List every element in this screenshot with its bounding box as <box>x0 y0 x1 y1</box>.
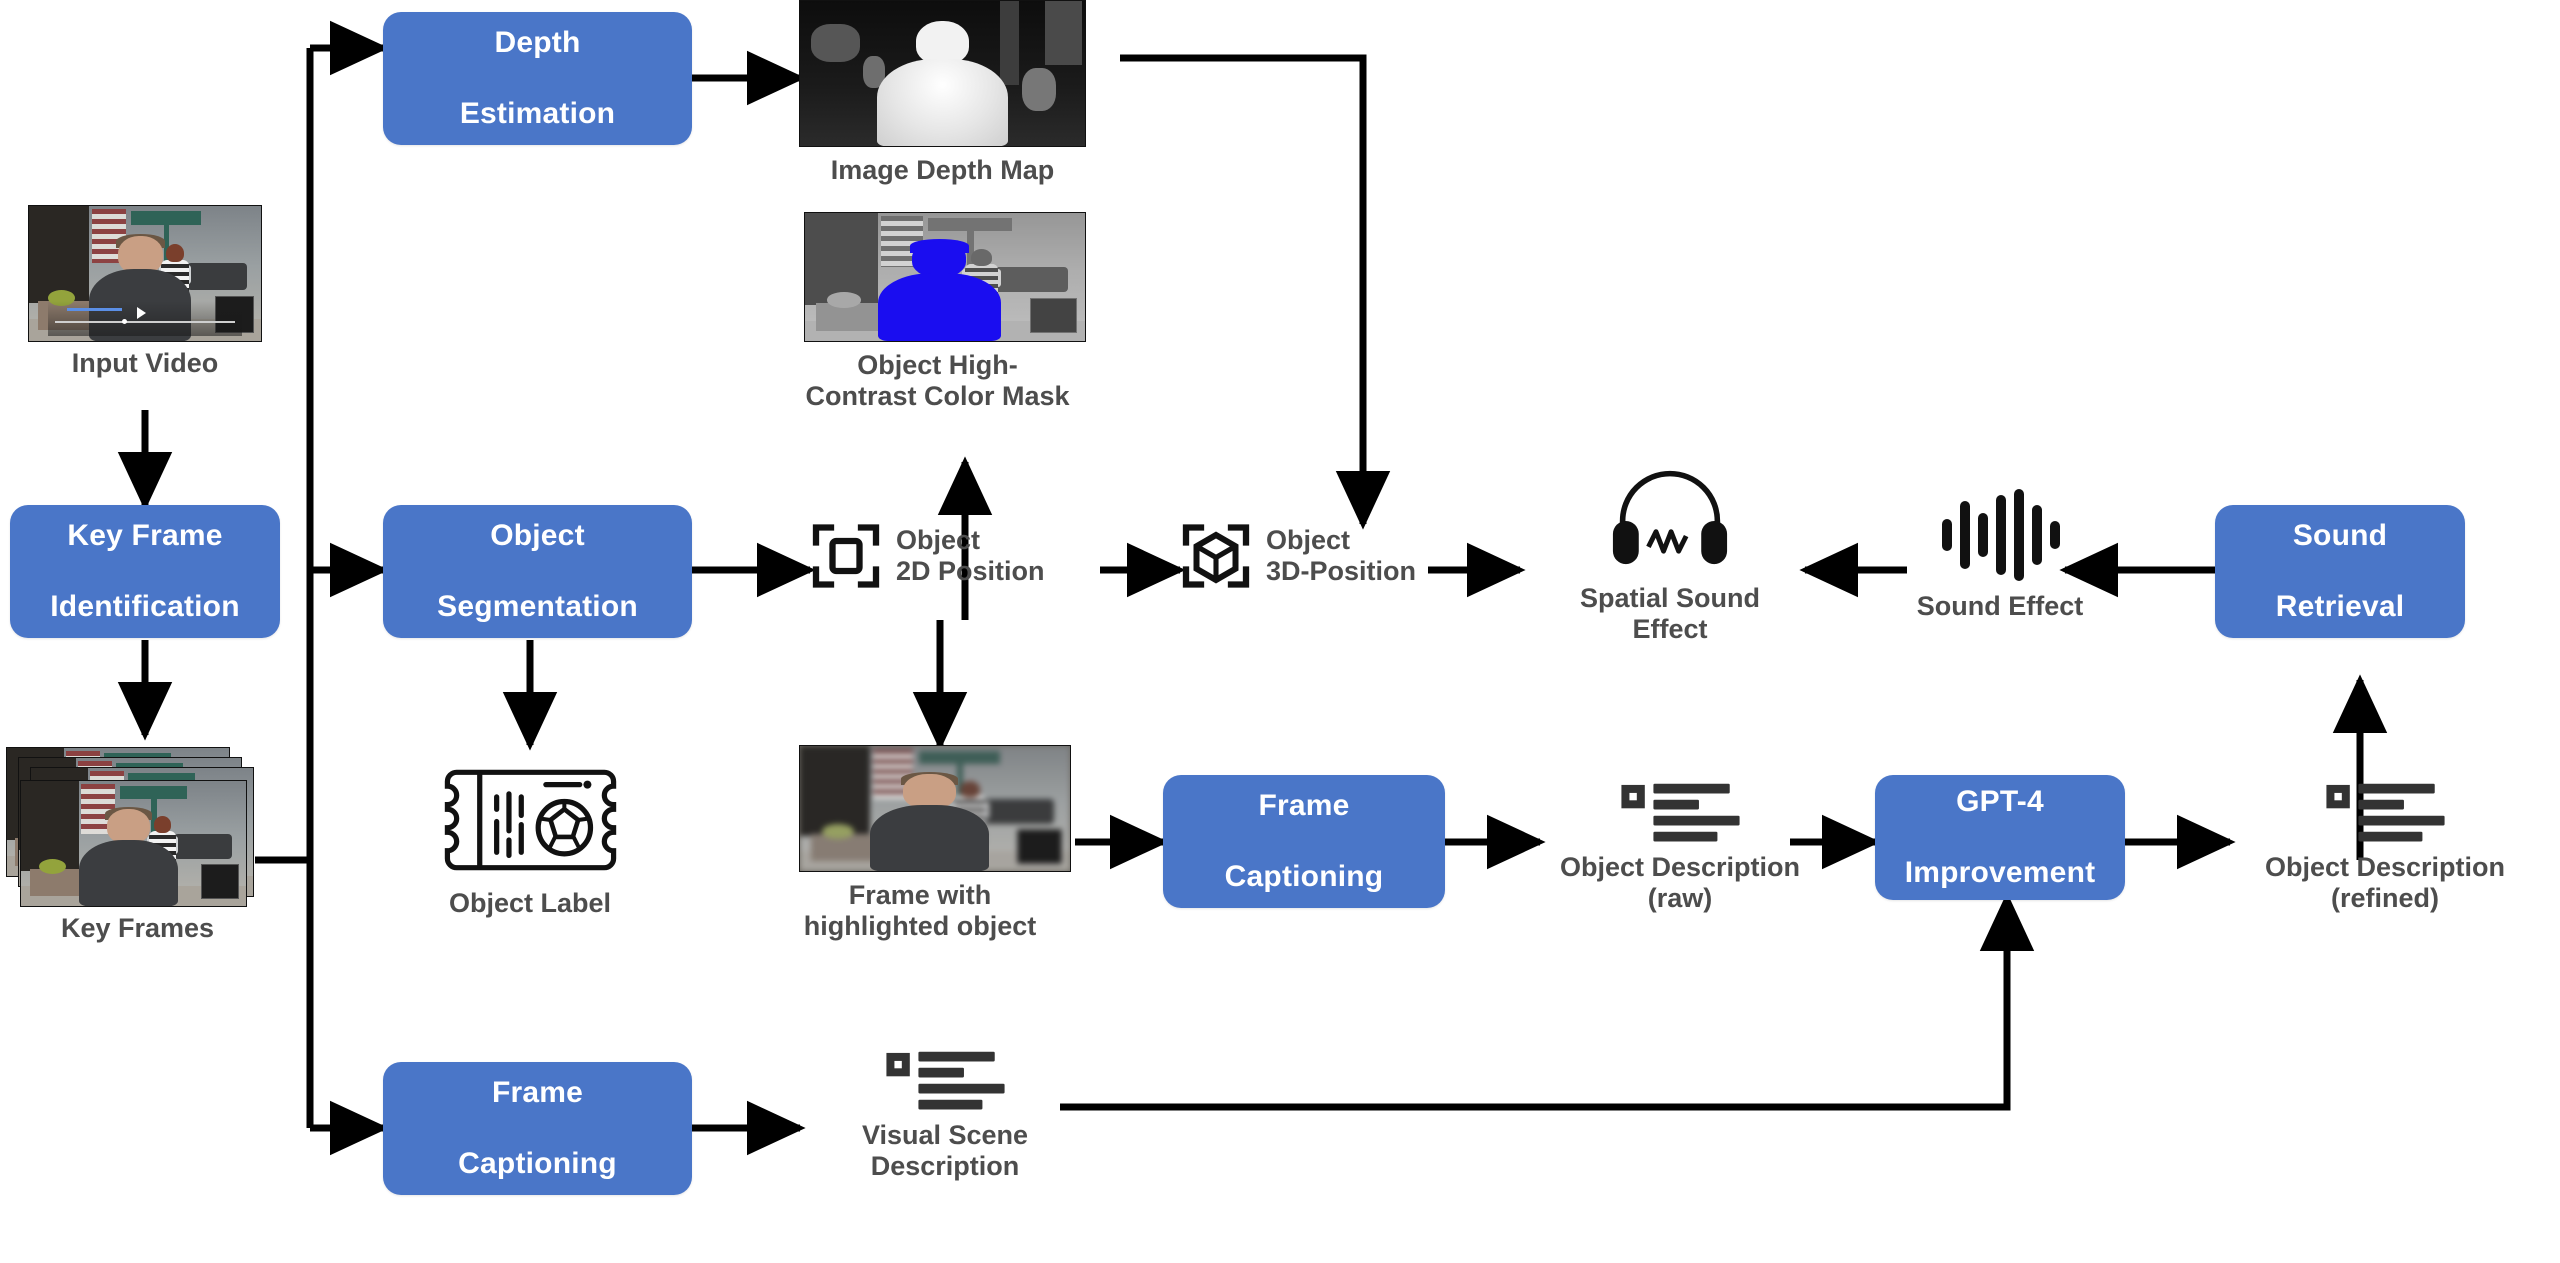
document-lines-icon <box>1620 783 1740 842</box>
artifact-object-3d-position: Object 3D-Position <box>1180 520 1500 592</box>
process-object-segmentation[interactable]: Object Segmentation <box>383 505 692 638</box>
object-3d-position-label: Object 3D-Position <box>1266 525 1416 588</box>
color-mask-label-line2: Contrast Color Mask <box>805 381 1070 412</box>
gpt4-line1: GPT-4 <box>1956 785 2044 819</box>
artifact-object-color-mask: Object High- Contrast Color Mask <box>795 212 1095 413</box>
process-gpt4-improvement[interactable]: GPT-4 Improvement <box>1875 775 2125 900</box>
depth-estimation-line1: Depth <box>494 26 581 60</box>
key-frames-label: Key Frames <box>60 913 215 943</box>
frame-captioning-bottom-line1: Frame <box>491 1076 584 1110</box>
key-frames-stack <box>4 745 272 907</box>
artifact-image-depth-map: Image Depth Map <box>795 0 1090 186</box>
object-2d-line2: 2D Position <box>896 556 1045 586</box>
process-key-frame-identification[interactable]: Key Frame Identification <box>10 505 280 638</box>
spatial-sound-line1: Spatial Sound <box>1579 583 1760 613</box>
artifact-input-video: Input Video <box>20 205 270 379</box>
artifact-visual-scene-description: Visual Scene Description <box>800 1048 1090 1183</box>
document-lines-icon-refined <box>2325 783 2445 842</box>
process-depth-estimation[interactable]: Depth Estimation <box>383 12 692 145</box>
object-label-ticket-icon <box>444 769 616 871</box>
process-sound-retrieval[interactable]: Sound Retrieval <box>2215 505 2465 638</box>
edge-depthmap-to-3d <box>1120 54 1391 530</box>
input-video-thumbnail <box>28 205 262 342</box>
highlighted-frame-thumbnail <box>799 745 1071 872</box>
sound-waveform-icon <box>1942 489 2060 581</box>
object-segmentation-line2: Segmentation <box>437 590 638 624</box>
image-depth-map-label: Image Depth Map <box>830 155 1055 185</box>
frame-captioning-mid-line2: Captioning <box>1224 860 1384 894</box>
object-segmentation-line1: Object <box>490 519 585 553</box>
video-player-controls <box>47 300 243 336</box>
sound-retrieval-line2: Retrieval <box>2275 590 2405 624</box>
artifact-object-2d-position: Object 2D Position <box>810 520 1110 592</box>
visual-scene-description-label: Visual Scene Description <box>862 1120 1028 1183</box>
color-mask-label: Object High- Contrast Color Mask <box>773 350 1103 413</box>
objdesc-refined-line1: Object Description <box>2264 852 2506 882</box>
sound-retrieval-line1: Sound <box>2292 519 2388 553</box>
highlighted-frame-line1: Frame with <box>848 880 992 910</box>
object-3d-line2: 3D-Position <box>1266 556 1417 586</box>
kfi-line1: Key Frame <box>67 519 223 553</box>
objdesc-refined-line2: (refined) <box>2330 883 2439 914</box>
document-lines-icon-visual-scene <box>885 1051 1005 1110</box>
kfi-line2: Identification <box>50 590 240 624</box>
visual-scene-line1: Visual Scene <box>861 1120 1029 1150</box>
artifact-object-description-raw: Object Description (raw) <box>1530 780 1830 915</box>
objdesc-raw-line2: (raw) <box>1647 883 1713 914</box>
3d-position-icon <box>1182 524 1250 588</box>
object-3d-line1: Object <box>1266 524 1351 555</box>
object-2d-position-label: Object 2D Position <box>896 525 1045 588</box>
object-description-raw-label: Object Description (raw) <box>1560 852 1800 915</box>
gpt4-line2: Improvement <box>1904 856 2096 890</box>
edge-visual-scene-to-gpt4 <box>1060 892 2035 1111</box>
depth-map-thumbnail <box>799 0 1086 147</box>
process-frame-captioning-bottom[interactable]: Frame Captioning <box>383 1062 692 1195</box>
artifact-object-description-refined: Object Description (refined) <box>2235 780 2535 915</box>
frame-captioning-mid-line1: Frame <box>1258 789 1350 823</box>
objdesc-raw-line1: Object Description <box>1559 852 1801 882</box>
visual-scene-line2: Description <box>870 1151 1020 1182</box>
highlighted-frame-line2: highlighted object <box>803 911 1037 942</box>
spatial-sound-line2: Effect <box>1632 614 1708 645</box>
sound-effect-label: Sound Effect <box>1916 591 2084 621</box>
color-mask-thumbnail <box>804 212 1086 342</box>
artifact-sound-effect: Sound Effect <box>1880 485 2120 622</box>
depth-estimation-line2: Estimation <box>459 97 616 131</box>
highlighted-frame-label: Frame with highlighted object <box>755 880 1085 943</box>
object-description-refined-label: Object Description (refined) <box>2265 852 2505 915</box>
process-frame-captioning-mid[interactable]: Frame Captioning <box>1163 775 1445 908</box>
artifact-object-label: Object Label <box>400 760 660 919</box>
artifact-frame-with-highlighted-object: Frame with highlighted object <box>790 745 1080 943</box>
spatial-sound-effect-label: Spatial Sound Effect <box>1580 583 1760 646</box>
artifact-key-frames: Key Frames <box>0 745 275 944</box>
input-video-label: Input Video <box>71 348 219 378</box>
frame-captioning-bottom-line2: Captioning <box>458 1147 617 1181</box>
artifact-spatial-sound-effect: Spatial Sound Effect <box>1530 465 1810 646</box>
2d-position-icon <box>812 524 880 588</box>
object-label-caption: Object Label <box>448 888 612 918</box>
object-2d-line1: Object <box>896 524 981 555</box>
color-mask-label-line1: Object High- <box>857 350 1018 380</box>
headphones-icon <box>1612 470 1728 565</box>
diagram-canvas: Input Video Key Frame Identification Key… <box>0 0 2560 1263</box>
